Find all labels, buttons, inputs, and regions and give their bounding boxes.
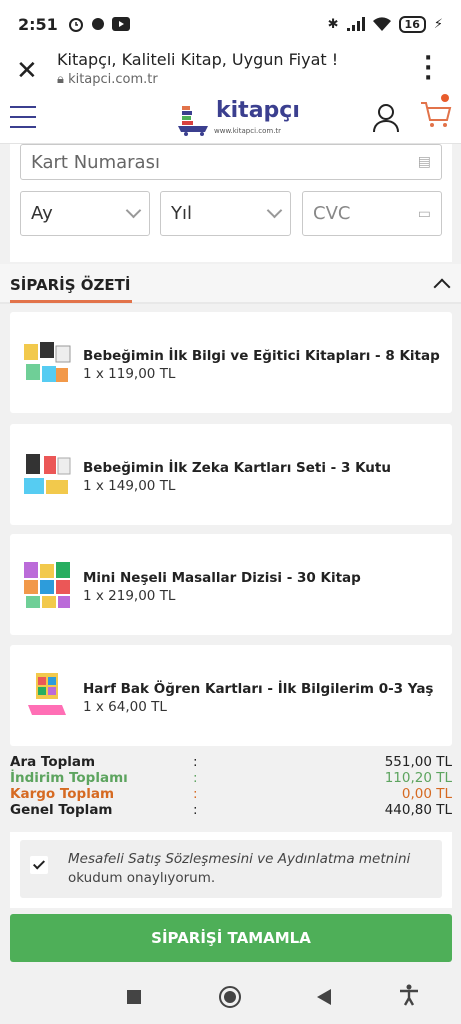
shipping-row: Kargo Toplam : 0,00 TL xyxy=(10,786,452,802)
user-icon[interactable] xyxy=(372,103,400,133)
order-summary-header[interactable]: SİPARİŞ ÖZETİ xyxy=(0,264,461,304)
agreement-panel: Mesafeli Satış Sözleşmesini ve Aydınlatm… xyxy=(10,832,452,908)
browser-toolbar: ✕ Kitapçı, Kaliteli Kitap, Uygun Fiyat !… xyxy=(0,48,461,94)
order-item: Bebeğimin İlk Bilgi ve Eğitici Kitapları… xyxy=(10,312,452,413)
wifi-icon xyxy=(372,17,391,31)
status-bar: 2:51 ✱ 16 ⚡ xyxy=(0,0,461,48)
order-item: Harf Bak Öğren Kartları - İlk Bilgilerim… xyxy=(10,645,452,746)
product-name: Bebeğimin İlk Bilgi ve Eğitici Kitapları… xyxy=(83,348,440,364)
complete-order-button[interactable]: SİPARİŞİ TAMAMLA xyxy=(10,914,452,962)
grand-total-value: 440,80 TL xyxy=(384,802,452,818)
charging-icon: ⚡ xyxy=(433,16,443,32)
signal-icon xyxy=(346,17,365,31)
chevron-down-icon xyxy=(125,202,142,219)
shipping-value: 0,00 TL xyxy=(401,786,452,802)
cvc-input[interactable]: CVC ▭ xyxy=(302,191,442,236)
site-header: kitapçı www.kitapci.com.tr xyxy=(0,94,461,144)
product-name: Harf Bak Öğren Kartları - İlk Bilgilerim… xyxy=(83,681,434,697)
title-underline xyxy=(10,300,132,303)
grand-total-row: Genel Toplam : 440,80 TL xyxy=(10,802,452,818)
agreement-link[interactable]: Mesafeli Satış Sözleşmesini ve Aydınlatm… xyxy=(68,851,410,867)
logo-books-icon xyxy=(178,106,208,136)
agreement-checkbox[interactable] xyxy=(30,856,48,874)
more-options-icon[interactable]: · · · xyxy=(424,48,432,90)
product-image xyxy=(24,562,70,608)
product-image xyxy=(24,454,71,494)
discount-value: 110,20 TL xyxy=(384,770,452,786)
youtube-icon xyxy=(111,17,130,31)
bluetooth-icon: ✱ xyxy=(327,16,339,32)
logo-text: kitapçı xyxy=(216,98,300,123)
page-title: Kitapçı, Kaliteli Kitap, Uygun Fiyat ! xyxy=(57,50,339,69)
logo-subtext: www.kitapci.com.tr xyxy=(214,127,282,135)
subtotal-row: Ara Toplam : 551,00 TL xyxy=(10,754,452,770)
agreement-text: Mesafeli Satış Sözleşmesini ve Aydınlatm… xyxy=(68,851,411,886)
menu-icon[interactable] xyxy=(10,106,36,136)
subtotal-value: 551,00 TL xyxy=(384,754,452,770)
product-quantity-price: 1 x 64,00 TL xyxy=(83,699,167,715)
product-name: Mini Neşeli Masallar Dizisi - 30 Kitap xyxy=(83,570,361,586)
product-image xyxy=(28,673,66,715)
accessibility-icon[interactable] xyxy=(399,984,419,1006)
back-icon[interactable] xyxy=(317,989,331,1005)
system-nav-bar xyxy=(0,968,461,1024)
home-icon[interactable] xyxy=(219,986,241,1008)
order-item: Mini Neşeli Masallar Dizisi - 30 Kitap 1… xyxy=(10,534,452,635)
product-image xyxy=(24,342,71,382)
product-quantity-price: 1 x 119,00 TL xyxy=(83,366,176,382)
status-time: 2:51 xyxy=(18,14,58,34)
page-domain: 🔒︎ kitapci.com.tr xyxy=(57,72,158,87)
system-icons: ✱ 16 ⚡ xyxy=(327,15,443,33)
recent-apps-icon[interactable] xyxy=(127,990,141,1004)
order-item: Bebeğimin İlk Zeka Kartları Seti - 3 Kut… xyxy=(10,424,452,525)
lock-icon: 🔒︎ xyxy=(57,72,64,87)
alarm-icon xyxy=(68,18,83,32)
site-logo[interactable]: kitapçı www.kitapci.com.tr xyxy=(178,98,300,138)
chevron-down-icon xyxy=(266,202,283,219)
battery-indicator: 16 xyxy=(398,15,426,33)
expiry-year-select[interactable]: Yıl xyxy=(160,191,291,236)
discount-row: İndirim Toplamı : 110,20 TL xyxy=(10,770,452,786)
product-quantity-price: 1 x 219,00 TL xyxy=(83,588,176,604)
cart-badge xyxy=(441,94,449,102)
chat-icon xyxy=(91,18,104,30)
notification-icons xyxy=(68,16,130,32)
cart-icon[interactable] xyxy=(420,98,452,130)
chevron-up-icon[interactable] xyxy=(433,278,451,296)
order-summary-title: SİPARİŞ ÖZETİ xyxy=(10,276,131,294)
card-number-input[interactable]: Kart Numarası ▤ xyxy=(20,144,442,180)
card-back-icon: ▭ xyxy=(417,205,431,222)
close-tab-icon[interactable]: ✕ xyxy=(16,56,38,86)
product-quantity-price: 1 x 149,00 TL xyxy=(83,478,176,494)
product-name: Bebeğimin İlk Zeka Kartları Seti - 3 Kut… xyxy=(83,460,391,476)
expiry-month-select[interactable]: Ay xyxy=(20,191,150,236)
card-icon: ▤ xyxy=(417,154,431,170)
payment-form: Kart Numarası ▤ Ay Yıl CVC ▭ xyxy=(10,144,452,262)
